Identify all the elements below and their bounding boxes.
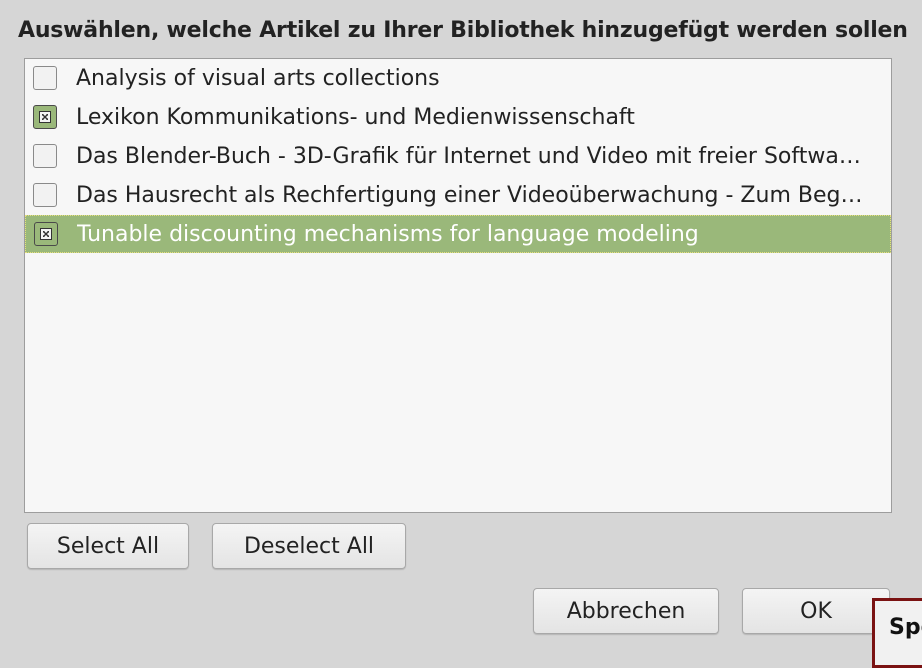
item-label: Das Hausrecht als Rechfertigung einer Vi… bbox=[76, 182, 863, 208]
item-checkbox[interactable] bbox=[33, 144, 57, 168]
tooltip-popup: Spe bbox=[872, 598, 922, 668]
select-all-button[interactable]: Select All bbox=[27, 523, 189, 569]
item-label: Das Blender-Buch - 3D-Grafik für Interne… bbox=[76, 143, 861, 169]
item-checkbox[interactable] bbox=[33, 105, 57, 129]
ok-button[interactable]: OK bbox=[742, 588, 890, 634]
list-item[interactable]: Das Blender-Buch - 3D-Grafik für Interne… bbox=[25, 137, 891, 175]
tooltip-text: Spe bbox=[889, 615, 922, 640]
deselect-all-button[interactable]: Deselect All bbox=[212, 523, 406, 569]
list-item[interactable]: Das Hausrecht als Rechfertigung einer Vi… bbox=[25, 176, 891, 214]
item-label: Lexikon Kommunikations- und Medienwissen… bbox=[76, 104, 635, 130]
items-list[interactable]: Analysis of visual arts collections Lexi… bbox=[24, 58, 892, 513]
cancel-button[interactable]: Abbrechen bbox=[533, 588, 719, 634]
item-checkbox[interactable] bbox=[34, 222, 58, 246]
item-label: Tunable discounting mechanisms for langu… bbox=[77, 221, 699, 247]
dialog-title: Auswählen, welche Artikel zu Ihrer Bibli… bbox=[18, 18, 908, 43]
item-checkbox[interactable] bbox=[33, 183, 57, 207]
item-checkbox[interactable] bbox=[33, 66, 57, 90]
list-item-selected[interactable]: Tunable discounting mechanisms for langu… bbox=[25, 215, 891, 253]
list-item[interactable]: Lexikon Kommunikations- und Medienwissen… bbox=[25, 98, 891, 136]
list-item[interactable]: Analysis of visual arts collections bbox=[25, 59, 891, 97]
add-items-dialog: Auswählen, welche Artikel zu Ihrer Bibli… bbox=[0, 0, 922, 668]
item-label: Analysis of visual arts collections bbox=[76, 65, 440, 91]
